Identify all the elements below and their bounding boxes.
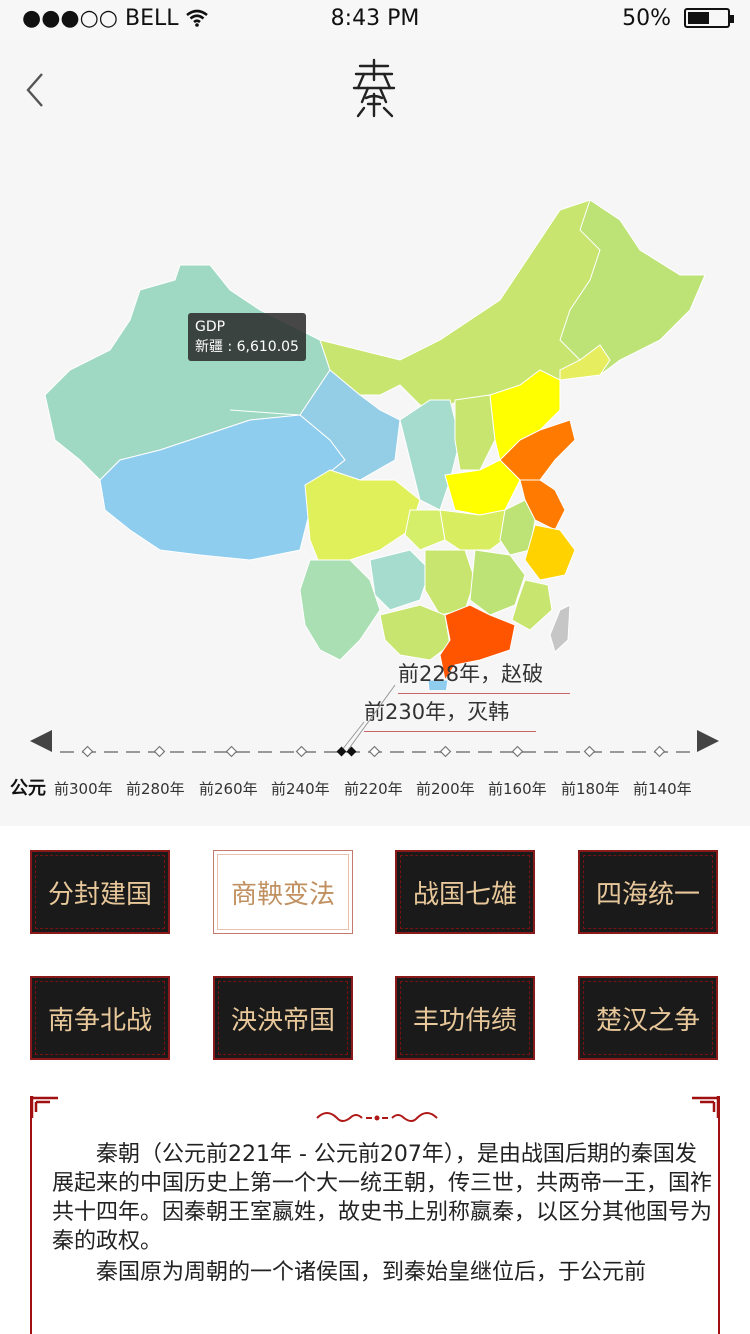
back-arrow-icon[interactable] — [22, 72, 52, 108]
timeline-tick[interactable]: 前200年 — [416, 778, 475, 799]
timeline-slider[interactable] — [0, 698, 750, 758]
timeline-tick[interactable]: 前160年 — [488, 778, 547, 799]
topic-button-diguo[interactable]: 泱泱帝国 — [213, 976, 353, 1060]
topic-button-fenfeng[interactable]: 分封建国 — [30, 850, 170, 934]
tooltip-value: 新疆 : 6,610.05 — [195, 339, 299, 355]
corner-ornament-icon — [692, 1096, 718, 1118]
timeline-tick[interactable]: 前240年 — [271, 778, 330, 799]
region-chongqing — [404, 509, 446, 551]
cloud-ornament-icon — [316, 1112, 438, 1122]
topic-button-zhanguo[interactable]: 战国七雄 — [395, 850, 535, 934]
battery-icon — [684, 8, 734, 28]
topic-button-shangyang[interactable]: 商鞅变法 — [213, 850, 353, 934]
tooltip-title: GDP — [195, 319, 226, 335]
topic-button-tongyi[interactable]: 四海统一 — [578, 850, 718, 934]
region-yunnan — [299, 559, 381, 661]
region-sichuan — [304, 469, 421, 566]
region-guangxi — [379, 604, 451, 661]
topic-button-nanzheng[interactable]: 南争北战 — [30, 976, 170, 1060]
region-guizhou — [369, 549, 431, 611]
timeline-tick[interactable]: 前280年 — [126, 778, 185, 799]
article-panel: 秦朝（公元前221年 - 公元前207年），是由战国后期的秦国发展起来的中国历史… — [30, 1096, 720, 1334]
timeline-tick[interactable]: 前300年 — [54, 778, 113, 799]
region-hunan — [424, 549, 476, 616]
topic-button-gongji[interactable]: 丰功伟绩 — [395, 976, 535, 1060]
topic-button-chuhan[interactable]: 楚汉之争 — [578, 976, 718, 1060]
timeline-tick[interactable]: 前220年 — [344, 778, 403, 799]
qin-seal-logo — [352, 58, 396, 118]
battery-status: 50% — [622, 6, 734, 31]
timeline-tick[interactable]: 前140年 — [633, 778, 692, 799]
timeline-next-icon — [697, 730, 719, 752]
era-label: 公元 — [10, 778, 46, 799]
region-zhejiang — [524, 524, 576, 581]
article-paragraph: 秦国原为周朝的一个诸侯国，到秦始皇继位后，于公元前 — [96, 1260, 647, 1285]
region-hubei — [439, 509, 511, 551]
region-shanxi — [454, 394, 496, 471]
region-henan — [444, 459, 521, 516]
timeline-tick[interactable]: 前260年 — [199, 778, 258, 799]
timeline-prev-icon — [30, 730, 52, 752]
battery-percent: 50% — [622, 6, 671, 31]
corner-ornament-icon — [32, 1096, 58, 1118]
timeline-tick[interactable]: 前180年 — [561, 778, 620, 799]
china-map[interactable] — [0, 130, 750, 690]
article-body: 秦朝（公元前221年 - 公元前207年），是由战国后期的秦国发展起来的中国历史… — [52, 1140, 712, 1287]
map-tooltip: GDP 新疆 : 6,610.05 — [188, 313, 306, 361]
region-taiwan — [549, 604, 571, 653]
status-bar: ●●●○○ BELL 8:43 PM 50% — [0, 0, 750, 40]
article-paragraph: 秦朝（公元前221年 - 公元前207年），是由战国后期的秦国发展起来的中国历史… — [52, 1142, 713, 1254]
